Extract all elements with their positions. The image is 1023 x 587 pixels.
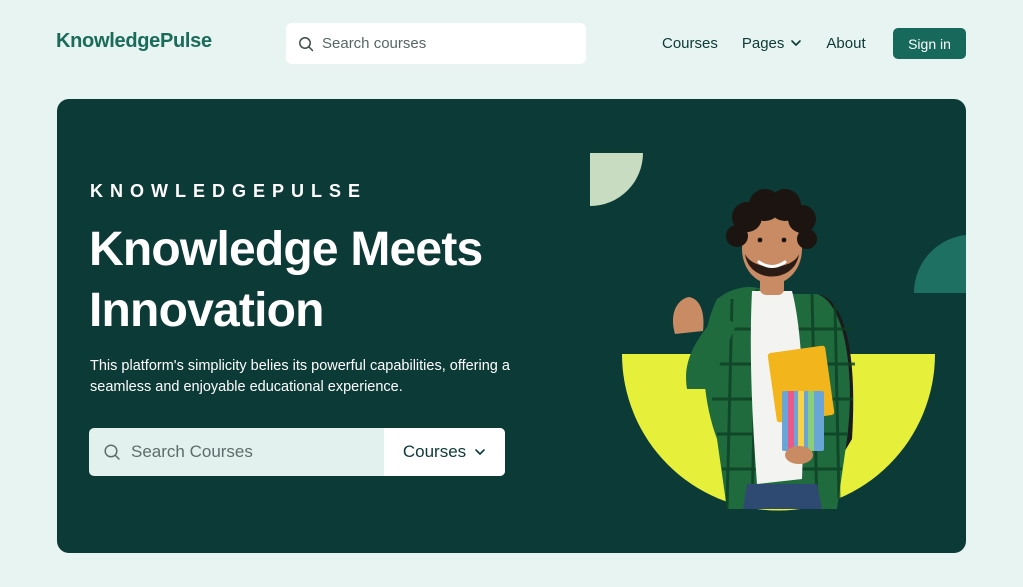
hero-section: KNOWLEDGEPULSE Knowledge Meets Innovatio… <box>57 99 966 553</box>
nav-pages-dropdown[interactable]: Pages <box>742 33 803 53</box>
sage-quarter-circle-shape <box>590 153 643 206</box>
hero-headline-line1: Knowledge Meets <box>89 223 483 276</box>
hero-search-input[interactable] <box>131 442 371 462</box>
hero-headline-line2: Innovation <box>89 284 324 337</box>
hero-search-field[interactable] <box>89 428 384 476</box>
hero-description: This platform's simplicity belies its po… <box>90 358 510 395</box>
landing-page: KnowledgePulse Courses Pages About Sign … <box>0 0 1023 587</box>
hero-headline: Knowledge Meets Innovation <box>89 219 559 341</box>
nav-courses-label: Courses <box>662 34 718 52</box>
nav-courses[interactable]: Courses <box>662 33 718 53</box>
course-category-select[interactable]: Courses <box>384 428 505 476</box>
search-icon <box>104 444 120 460</box>
main-nav: Courses Pages About <box>662 33 866 53</box>
nav-about-label: About <box>826 34 866 52</box>
top-search-input[interactable] <box>322 35 562 52</box>
sign-in-button[interactable]: Sign in <box>893 28 966 59</box>
hero-eyebrow: KNOWLEDGEPULSE <box>90 181 368 201</box>
chevron-down-icon <box>475 449 485 455</box>
top-search-box[interactable] <box>286 23 586 64</box>
course-select-value: Courses <box>402 442 467 461</box>
teal-semicircle-shape <box>913 235 966 293</box>
search-icon <box>299 36 314 51</box>
hero-search-bar: Courses <box>89 428 505 476</box>
nav-about[interactable]: About <box>826 33 865 53</box>
brand-logo[interactable]: KnowledgePulse <box>56 30 212 53</box>
nav-pages-label: Pages <box>741 34 785 52</box>
chevron-down-icon <box>791 40 802 46</box>
